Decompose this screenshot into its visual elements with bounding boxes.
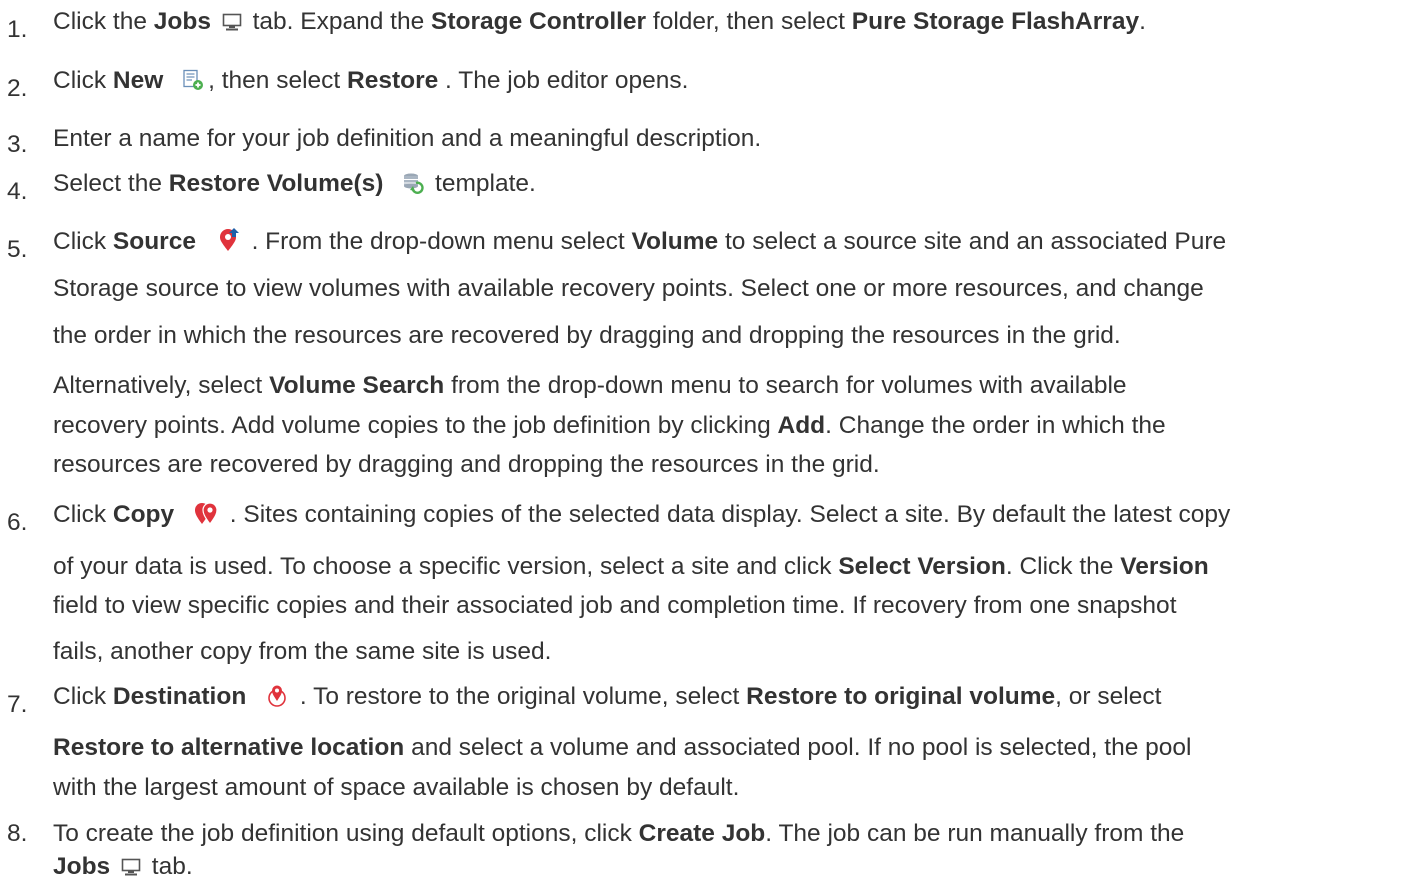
step-text: . The job editor opens. xyxy=(438,67,689,94)
source-pin-icon xyxy=(217,228,241,259)
step-line: with the largest amount of space availab… xyxy=(53,774,740,801)
step-text: , or select xyxy=(1055,683,1162,710)
add-label: Add xyxy=(777,412,826,439)
source-label: Source xyxy=(112,228,196,255)
restore-volumes-label: Restore Volume(s) xyxy=(168,170,384,197)
new-job-icon xyxy=(182,69,204,98)
step-line: field to view specific copies and their … xyxy=(53,592,1177,619)
step-number: 6. xyxy=(7,509,28,536)
step-line: Select the Restore Volume(s) template. xyxy=(53,170,536,201)
storage-controller-label: Storage Controller xyxy=(431,8,647,35)
step-text: . To restore to the original volume, sel… xyxy=(293,683,747,710)
step-text: Alternatively, select xyxy=(53,372,270,399)
step-number: 4. xyxy=(7,178,28,205)
volume-search-label: Volume Search xyxy=(269,372,445,399)
step-text: folder, then select xyxy=(646,8,852,35)
step-number: 5. xyxy=(7,236,28,263)
new-label: New xyxy=(112,67,164,94)
restore-alternative-label: Restore to alternative location xyxy=(53,734,405,761)
step-number: 3. xyxy=(7,131,28,158)
step-line: Storage source to view volumes with avai… xyxy=(53,275,1204,302)
step-text: . Sites containing copies of the selecte… xyxy=(222,501,1231,528)
step-number: 8. xyxy=(7,820,28,847)
step-text: Click the xyxy=(53,8,154,35)
step-text: recovery points. Add volume copies to th… xyxy=(53,412,778,439)
step-text: of your data is used. To choose a specif… xyxy=(53,553,839,580)
destination-label: Destination xyxy=(112,683,247,710)
step-text: To create the job definition using defau… xyxy=(53,820,639,847)
step-number: 7. xyxy=(7,691,28,718)
step-line: Click Source . From the drop-down menu s… xyxy=(53,228,1226,259)
step-text: . The job can be run manually from the xyxy=(765,820,1185,847)
copy-pin-icon xyxy=(193,501,219,532)
step-text: . xyxy=(1139,8,1146,35)
step-text: Click xyxy=(53,501,113,528)
step-line: of your data is used. To choose a specif… xyxy=(53,553,1209,581)
destination-pin-icon xyxy=(265,683,289,714)
step-line: To create the job definition using defau… xyxy=(53,820,1184,848)
flasharray-label: Pure Storage FlashArray xyxy=(851,8,1140,35)
restore-original-label: Restore to original volume xyxy=(746,683,1056,710)
step-text: template. xyxy=(428,170,536,197)
step-text: , then select xyxy=(208,67,348,94)
step-line: Restore to alternative location and sele… xyxy=(53,734,1192,762)
step-line: Click the Jobs tab. Expand the Storage C… xyxy=(53,8,1146,39)
monitor-icon xyxy=(222,11,242,39)
step-number: 1. xyxy=(7,16,28,43)
step-line: the order in which the resources are rec… xyxy=(53,322,1121,349)
step-line: fails, another copy from the same site i… xyxy=(53,638,552,665)
step-number: 2. xyxy=(7,75,28,102)
step-line: resources are recovered by dragging and … xyxy=(53,451,880,478)
step-line: Jobs tab. xyxy=(53,853,193,884)
jobs-label: Jobs xyxy=(153,8,211,35)
jobs-label: Jobs xyxy=(53,853,111,880)
step-text: . From the drop-down menu select xyxy=(244,228,632,255)
copy-label: Copy xyxy=(112,501,175,528)
step-text: and select a volume and associated pool.… xyxy=(404,734,1192,761)
monitor-icon xyxy=(121,856,141,884)
step-line: Alternatively, select Volume Search from… xyxy=(53,372,1127,400)
step-text: Select the xyxy=(53,170,169,197)
version-label: Version xyxy=(1120,553,1209,580)
restore-label: Restore xyxy=(347,67,439,94)
step-text: Click xyxy=(53,683,113,710)
step-line: Click Copy . Sites containing copies of … xyxy=(53,501,1230,532)
step-line: recovery points. Add volume copies to th… xyxy=(53,412,1166,440)
step-line: Click Destination . To restore to the or… xyxy=(53,683,1161,714)
step-line: Click New , then select Restore . The jo… xyxy=(53,67,688,98)
step-line: Enter a name for your job definition and… xyxy=(53,125,762,152)
step-text: . Change the order in which the xyxy=(825,412,1166,439)
step-text: tab. xyxy=(145,853,193,880)
step-text: to select a source site and an associate… xyxy=(718,228,1227,255)
step-text: from the drop-down menu to search for vo… xyxy=(444,372,1127,399)
select-version-label: Select Version xyxy=(838,553,1006,580)
create-job-label: Create Job xyxy=(638,820,766,847)
step-text: Click xyxy=(53,67,113,94)
step-text: tab. Expand the xyxy=(245,8,432,35)
step-text: Click xyxy=(53,228,113,255)
restore-volumes-icon xyxy=(402,172,424,201)
step-text: . Click the xyxy=(1005,553,1121,580)
volume-label: Volume xyxy=(631,228,719,255)
